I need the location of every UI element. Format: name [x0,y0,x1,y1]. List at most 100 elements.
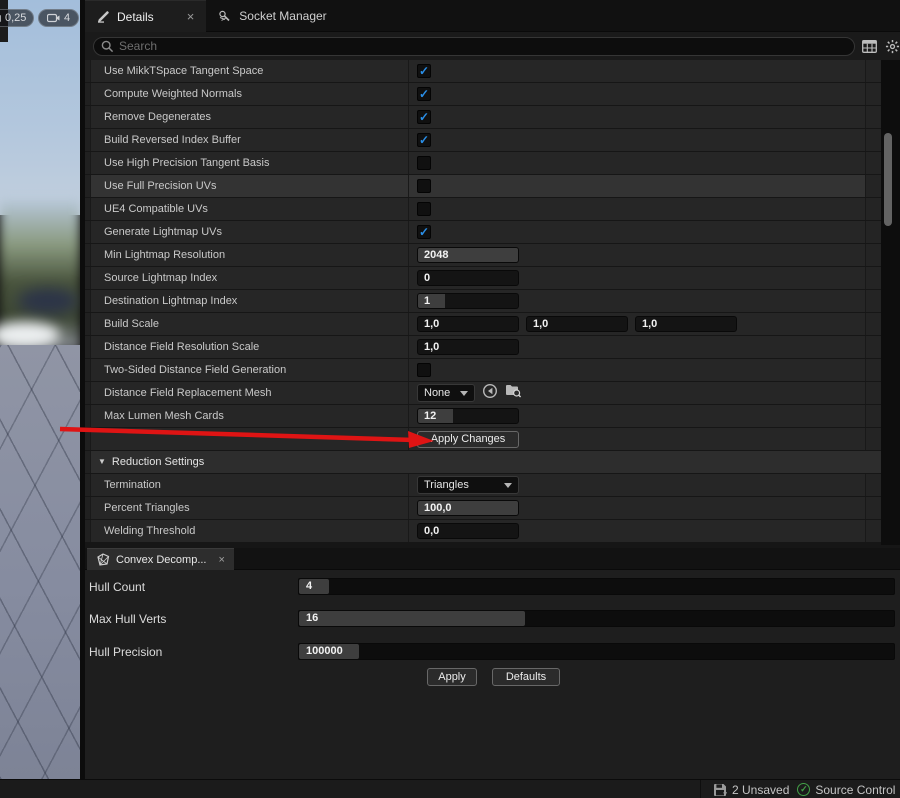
source-control-status[interactable]: ✓ Source Control [797,783,895,797]
camera-speed-value: 0,25 [5,12,27,24]
row-right-gutter [866,359,881,381]
convex-slider[interactable]: 4 [298,578,895,595]
chevron-down-icon [460,390,468,400]
status-cluster: 2 Unsaved ✓ Source Control [700,780,895,798]
camera-icon [47,13,60,23]
row-right-gutter [866,290,881,312]
property-label: Use MikkTSpace Tangent Space [91,60,409,82]
property-label: Use High Precision Tangent Basis [91,152,409,174]
value-field[interactable]: 1 [417,293,519,309]
chevron-down-icon [504,482,512,492]
defaults-button[interactable]: Defaults [492,668,560,686]
camera-count-badge[interactable]: 4 [38,9,80,27]
property-label: Termination [91,474,409,496]
value-field[interactable]: 1,0 [417,316,519,332]
field-value: 1,0 [533,318,549,330]
row-right-gutter [866,267,881,289]
asset-dropdown[interactable]: None [417,384,475,402]
category-header[interactable]: ▼ Reduction Settings [91,451,204,473]
checkbox[interactable]: ✓ [417,110,431,124]
property-label: Generate Lightmap UVs [91,221,409,243]
property-label: Destination Lightmap Index [91,290,409,312]
convex-slider[interactable]: 16 [298,610,895,627]
row-right-gutter [866,497,881,519]
property-value-cell: 2048 [409,244,866,266]
property-row: Apply Changes [85,428,881,451]
property-row: Termination Triangles [85,474,881,497]
search-input[interactable] [119,39,819,53]
checkbox[interactable] [417,156,431,170]
unsaved-status[interactable]: 2 Unsaved [713,783,789,797]
dropdown[interactable]: Triangles [417,476,519,494]
value-field[interactable]: 100,0 [417,500,519,516]
field-value: 0,0 [424,525,440,537]
camera-speed-badge[interactable]: 0,25 [0,9,34,27]
checkbox-check-icon: ✓ [418,224,430,239]
apply-changes-button[interactable]: Apply Changes [417,430,519,448]
search-box[interactable] [93,36,855,56]
checkbox[interactable]: ✓ [417,87,431,101]
property-label: Build Scale [91,313,409,335]
camera-count-value: 4 [64,12,71,24]
property-label [91,428,409,450]
tab-convex-label: Convex Decomp... [116,553,207,566]
property-value-cell [409,152,866,174]
viewport-strip[interactable]: 0,25 4 [0,0,80,779]
checkbox[interactable]: ✓ [417,225,431,239]
apply-button[interactable]: Apply [427,668,477,686]
property-value-cell: ✓ [409,106,866,128]
property-value-cell: 1 [409,290,866,312]
property-label: UE4 Compatible UVs [91,198,409,220]
details-scrollbar-thumb[interactable] [884,133,892,226]
field-value: 2048 [424,249,449,261]
value-field[interactable]: 0,0 [417,523,519,539]
asset-dropdown-value: None [424,387,451,399]
convex-slider[interactable]: 100000 [298,643,895,660]
property-label: Percent Triangles [91,497,409,519]
search-icon [101,40,114,52]
unreal-editor-window: 0,25 4 Details × Socket Manager Search U… [0,0,900,798]
property-row: Use High Precision Tangent Basis [85,152,881,175]
row-right-gutter [866,405,881,427]
category-caret-icon: ▼ [98,457,106,466]
property-label: Welding Threshold [91,520,409,542]
field-value: 12 [424,410,437,422]
convex-slider-label: Max Hull Verts [89,612,167,626]
property-row: Build Reversed Index Buffer ✓ [85,129,881,152]
tab-socket-manager[interactable]: Socket Manager [206,0,338,32]
tab-details-close-icon[interactable]: × [187,9,195,24]
value-field[interactable]: 12 [417,408,519,424]
value-field[interactable]: 1,0 [635,316,737,332]
tab-convex-decomposition[interactable]: Convex Decomp... × [87,548,234,570]
viewport-grid-floor [0,345,80,779]
details-scrollbar-track[interactable] [881,60,900,545]
settings-gear-icon[interactable] [885,39,900,54]
property-label: Distance Field Resolution Scale [91,336,409,358]
value-field[interactable]: 1,0 [526,316,628,332]
tab-convex-close-icon[interactable]: × [218,554,224,566]
browse-to-asset-icon[interactable] [505,383,522,403]
convex-tabbar: Convex Decomp... × [85,548,900,570]
property-row: UE4 Compatible UVs [85,198,881,221]
checkbox[interactable]: ✓ [417,133,431,147]
tab-details-label: Details [117,9,154,24]
convex-hull-icon [97,553,110,566]
display-filter-grid-icon[interactable] [862,39,877,53]
row-right-gutter [866,313,881,335]
property-value-cell: 0,0 [409,520,866,542]
checkbox[interactable] [417,202,431,216]
checkbox[interactable] [417,179,431,193]
checkbox[interactable]: ✓ [417,64,431,78]
property-value-cell: 1,0 1,0 1,0 [409,313,866,335]
value-field[interactable]: 2048 [417,247,519,263]
value-field[interactable]: 1,0 [417,339,519,355]
property-value-cell: ✓ [409,221,866,243]
property-row: Min Lightmap Resolution 2048 [85,244,881,267]
property-value-cell: ✓ [409,83,866,105]
value-field[interactable]: 0 [417,270,519,286]
property-label: Two-Sided Distance Field Generation [91,359,409,381]
use-selected-asset-icon[interactable] [482,383,498,404]
property-value-cell [409,198,866,220]
tab-details[interactable]: Details × [85,0,207,32]
checkbox[interactable] [417,363,431,377]
